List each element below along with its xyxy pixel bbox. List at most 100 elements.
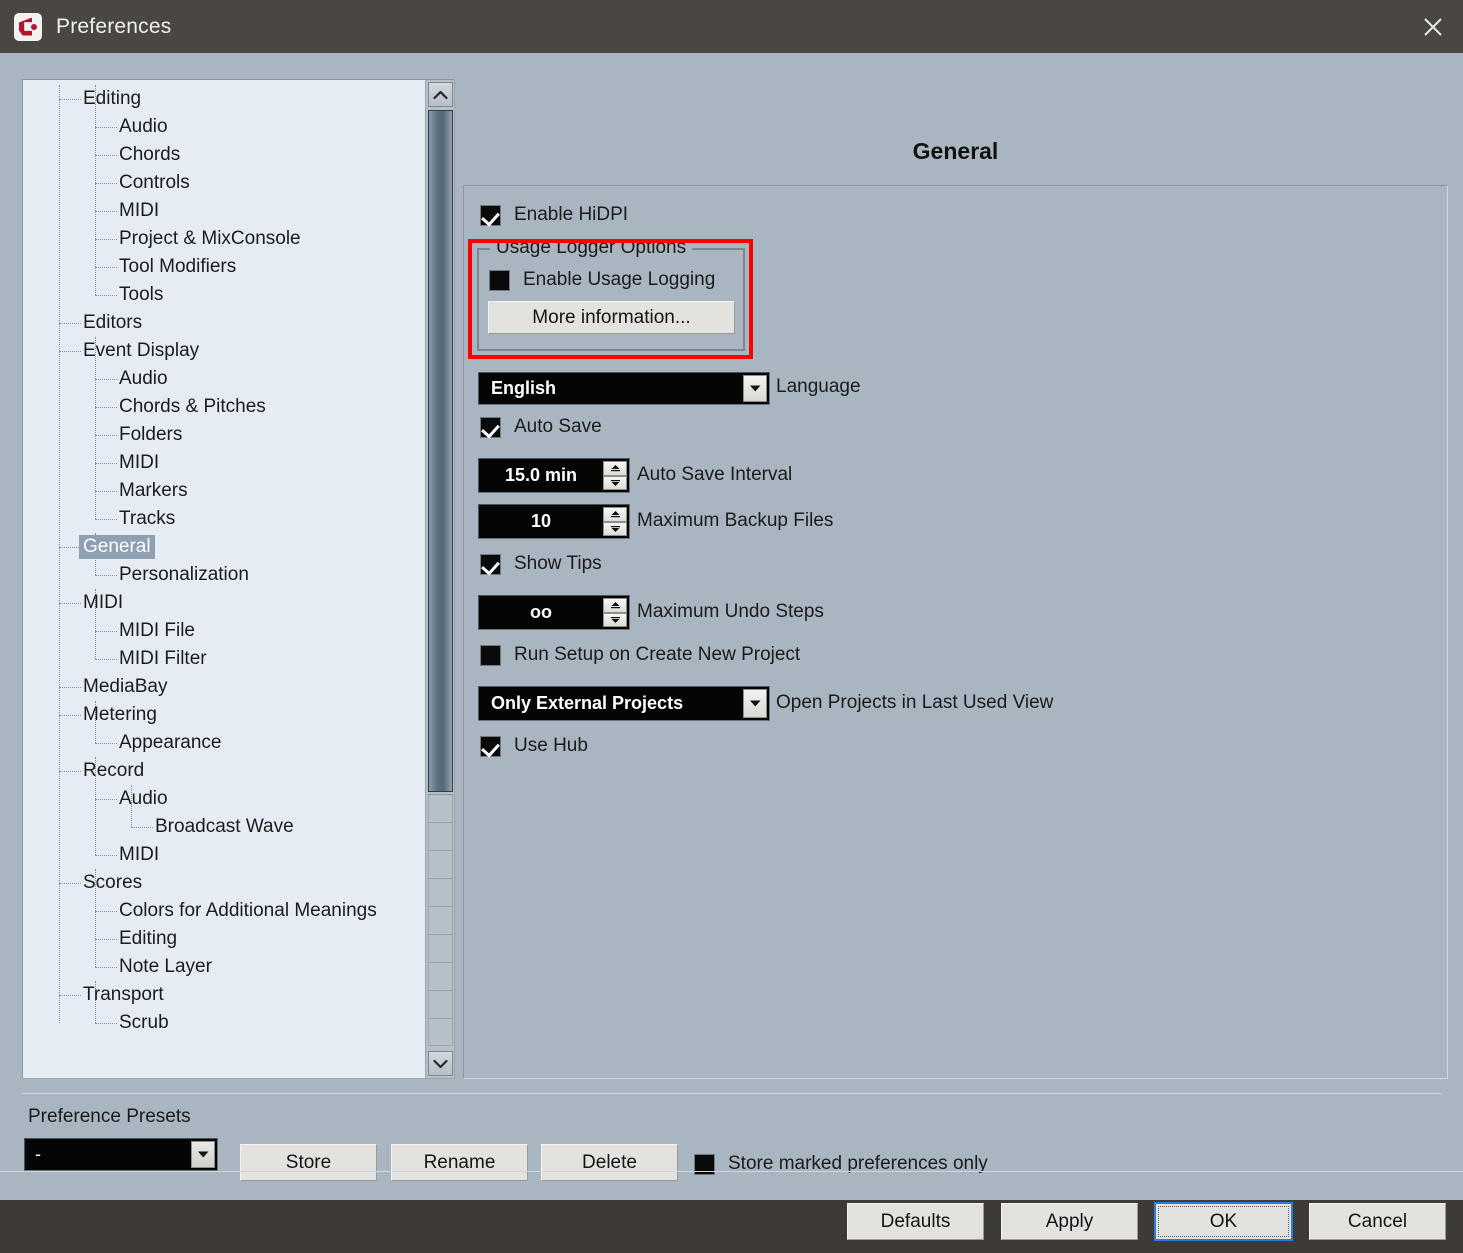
tree-connector [95,183,117,184]
tree-item-editors[interactable]: Editors [23,309,454,337]
tree-item-scrub[interactable]: Scrub [23,1009,454,1037]
use-hub-row[interactable]: Use Hub [480,735,588,757]
scrollbar-up-button[interactable] [428,82,453,107]
tree-item-tool-modifiers[interactable]: Tool Modifiers [23,253,454,281]
tree-item-audio[interactable]: Audio [23,113,454,141]
tree-item-transport[interactable]: Transport [23,981,454,1009]
preference-presets-label: Preference Presets [28,1106,191,1128]
show-tips-row[interactable]: Show Tips [480,553,602,575]
cancel-button[interactable]: Cancel [1309,1203,1446,1240]
scrollbar-down-button[interactable] [428,1051,453,1076]
apply-button[interactable]: Apply [1001,1203,1138,1240]
title-bar: Preferences [0,0,1463,53]
enable-hidpi-label: Enable HiDPI [514,204,628,226]
preference-presets-dropdown-arrow[interactable] [191,1141,215,1168]
maximum-undo-steps-stepper[interactable] [603,598,627,627]
tree-item-midi-file[interactable]: MIDI File [23,617,454,645]
tree-item-label: Editors [79,311,146,335]
dialog-body: EditingAudioChordsControlsMIDIProject & … [0,53,1463,1200]
tree-item-metering[interactable]: Metering [23,701,454,729]
maximum-backup-files-field[interactable]: 10 [478,504,630,539]
ok-button[interactable]: OK [1154,1202,1293,1241]
tree-item-note-layer[interactable]: Note Layer [23,953,454,981]
maximum-backup-files-stepper[interactable] [603,507,627,536]
stepper-down-button[interactable] [603,476,627,491]
stepper-down-button[interactable] [603,522,627,537]
tree-item-general[interactable]: General [23,533,454,561]
tree-item-audio[interactable]: Audio [23,365,454,393]
enable-usage-logging-row[interactable]: Enable Usage Logging [489,269,715,291]
tree-item-chords-pitches[interactable]: Chords & Pitches [23,393,454,421]
open-projects-view-dropdown[interactable]: Only External Projects [478,686,770,721]
tree-item-event-display[interactable]: Event Display [23,337,454,365]
preferences-tree[interactable]: EditingAudioChordsControlsMIDIProject & … [22,79,455,1079]
tree-item-record[interactable]: Record [23,757,454,785]
language-dropdown[interactable]: English [478,372,770,405]
tree-connector [59,995,81,996]
tree-item-scores[interactable]: Scores [23,869,454,897]
tree-item-tracks[interactable]: Tracks [23,505,454,533]
tree-item-label: Scrub [115,1011,173,1035]
auto-save-row[interactable]: Auto Save [480,416,602,438]
more-information-button[interactable]: More information... [488,301,735,334]
tree-item-label: Folders [115,423,186,447]
tree-item-controls[interactable]: Controls [23,169,454,197]
tree-connector [95,855,117,856]
stepper-up-button[interactable] [603,507,627,522]
auto-save-checkbox[interactable] [480,417,501,438]
use-hub-checkbox[interactable] [480,736,501,757]
tree-item-midi[interactable]: MIDI [23,197,454,225]
stepper-up-button[interactable] [603,598,627,613]
tree-item-project-mixconsole[interactable]: Project & MixConsole [23,225,454,253]
tree-item-editing[interactable]: Editing [23,85,454,113]
tree-item-appearance[interactable]: Appearance [23,729,454,757]
tree-item-editing[interactable]: Editing [23,925,454,953]
maximum-undo-steps-field[interactable]: oo [478,595,630,630]
auto-save-interval-field[interactable]: 15.0 min [478,458,630,493]
preference-presets-dropdown[interactable]: - [24,1138,218,1171]
stepper-up-button[interactable] [603,461,627,476]
usage-logger-group: Usage Logger Options Enable Usage Loggin… [477,248,745,351]
tree-item-broadcast-wave[interactable]: Broadcast Wave [23,813,454,841]
tree-item-label: Editing [115,927,181,951]
defaults-button[interactable]: Defaults [847,1203,984,1240]
enable-hidpi-checkbox[interactable] [480,205,501,226]
tree-item-label: Colors for Additional Meanings [115,899,381,923]
run-setup-row[interactable]: Run Setup on Create New Project [480,644,800,666]
tree-connector [95,1023,117,1024]
tree-item-label: Tools [115,283,167,307]
tree-item-midi[interactable]: MIDI [23,589,454,617]
tree-connector [95,939,117,940]
show-tips-checkbox[interactable] [480,554,501,575]
stepper-down-button[interactable] [603,613,627,628]
scrollbar-track[interactable] [428,794,453,1046]
tree-item-mediabay[interactable]: MediaBay [23,673,454,701]
run-setup-checkbox[interactable] [480,645,501,666]
tree-item-midi[interactable]: MIDI [23,449,454,477]
caret-down-icon [609,478,622,488]
tree-connector [95,155,117,156]
tree-item-midi-filter[interactable]: MIDI Filter [23,645,454,673]
auto-save-interval-stepper[interactable] [603,461,627,490]
open-projects-view-dropdown-arrow[interactable] [743,689,767,718]
tree-item-chords[interactable]: Chords [23,141,454,169]
close-button[interactable] [1403,0,1463,53]
enable-hidpi-row[interactable]: Enable HiDPI [480,204,628,226]
enable-usage-logging-checkbox[interactable] [489,270,510,291]
tree-item-personalization[interactable]: Personalization [23,561,454,589]
tree-scrollbar[interactable] [425,80,454,1078]
tree-guide-line [95,85,96,295]
tree-item-folders[interactable]: Folders [23,421,454,449]
scrollbar-thumb[interactable] [428,110,453,792]
tree-item-colors-for-additional-meanings[interactable]: Colors for Additional Meanings [23,897,454,925]
tree-item-label: Personalization [115,563,253,587]
tree-item-label: MIDI Filter [115,647,211,671]
tree-item-midi[interactable]: MIDI [23,841,454,869]
tree-item-label: Audio [115,115,172,139]
auto-save-label: Auto Save [514,416,602,438]
tree-connector [95,267,117,268]
tree-item-markers[interactable]: Markers [23,477,454,505]
tree-item-audio[interactable]: Audio [23,785,454,813]
tree-item-tools[interactable]: Tools [23,281,454,309]
language-dropdown-arrow[interactable] [743,375,767,402]
